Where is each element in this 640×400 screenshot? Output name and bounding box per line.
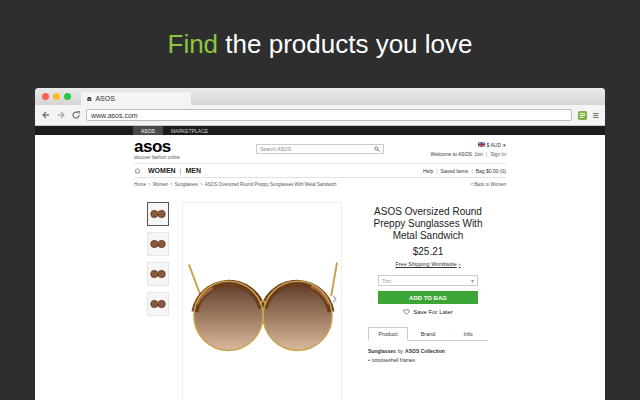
browser-tab[interactable]: a ASOS xyxy=(81,92,191,105)
separator: | xyxy=(485,151,488,157)
headline-word: Find xyxy=(168,29,219,60)
sunglasses-thumbnail-icon xyxy=(149,265,167,283)
site-tab[interactable]: ASOS xyxy=(133,126,163,135)
breadcrumb-item[interactable]: Sunglasses xyxy=(175,182,198,187)
shipping-link[interactable]: Free Shipping Worldwide› xyxy=(395,261,460,267)
home-icon[interactable] xyxy=(134,167,141,174)
next-image-button[interactable]: › xyxy=(332,291,337,305)
reload-icon[interactable] xyxy=(71,110,81,120)
product-tab[interactable]: Info xyxy=(448,327,488,341)
tagline: discover fashion online xyxy=(134,156,180,161)
product-section: › ASOS Oversized Round Preppy Sunglasses … xyxy=(134,202,506,400)
add-to-bag-button[interactable]: ADD TO BAG xyxy=(378,291,478,304)
description-bullet: •tortoiseshell frames xyxy=(368,357,488,363)
category-link[interactable]: Sunglasses xyxy=(368,348,396,354)
title-bar: a ASOS xyxy=(35,88,605,105)
account-area: $ AUD▾ Welcome to ASOSJoin|Sign In xyxy=(431,142,506,157)
size-select[interactable]: Tort ▾ xyxy=(378,275,478,286)
section-link[interactable]: MEN xyxy=(185,167,201,174)
logo-text: asos xyxy=(134,138,180,155)
headline: Findthe products you love xyxy=(0,0,640,88)
thumbnail[interactable] xyxy=(147,292,169,316)
address-bar[interactable]: www.asos.com xyxy=(86,109,572,121)
breadcrumb: Home>Women>Sunglasses>ASOS Oversized Rou… xyxy=(134,178,506,190)
toolbar: www.asos.com ≡ xyxy=(35,105,605,126)
description-heading: SunglassesbyASOS Collection xyxy=(368,348,488,354)
section-link[interactable]: WOMEN xyxy=(148,167,176,174)
product-image: › xyxy=(182,202,342,400)
browser-window: aASOSwww.asos.com≡ASOSMARKETPLACEasosdis… xyxy=(35,88,605,400)
thumbnail[interactable] xyxy=(147,262,169,286)
close-button[interactable] xyxy=(42,93,49,100)
headline-word: the products you love xyxy=(225,29,472,60)
brand-link[interactable]: ASOS Collection xyxy=(405,348,445,354)
utility-links: Help|Saved Items|Bag $0.00 (0) xyxy=(423,168,506,174)
thumbnail[interactable] xyxy=(147,232,169,256)
product-title: ASOS Oversized Round Preppy Sunglasses W… xyxy=(362,206,494,242)
utility-link[interactable]: Saved Items xyxy=(441,168,469,174)
breadcrumb-item[interactable]: Women xyxy=(153,182,168,187)
flag-icon xyxy=(478,142,485,147)
logo[interactable]: asosdiscover fashion online xyxy=(134,138,180,161)
screen: Findthe products you loveaASOSwww.asos.c… xyxy=(0,0,640,400)
breadcrumb-item[interactable]: Home xyxy=(134,182,146,187)
site-header: asosdiscover fashion online Search ASOS $ … xyxy=(134,135,506,163)
account-link[interactable]: Join xyxy=(474,151,483,157)
search-placeholder: Search ASOS xyxy=(260,146,291,152)
sunglasses-thumbnail-icon xyxy=(149,235,167,253)
zoom-button[interactable] xyxy=(64,93,71,100)
currency-caret: ▾ xyxy=(503,142,506,148)
back-link[interactable]: < Back to Women xyxy=(470,182,506,187)
save-for-later-button[interactable]: Save For Later xyxy=(403,309,453,315)
separator: | xyxy=(435,168,438,174)
product-tab[interactable]: Product xyxy=(368,327,408,341)
forward-icon[interactable] xyxy=(56,110,66,120)
search-icon[interactable] xyxy=(374,146,380,152)
extension-icon[interactable] xyxy=(577,110,588,121)
page-container: asosdiscover fashion online Search ASOS $ … xyxy=(134,135,506,400)
tab-title: ASOS xyxy=(95,95,114,102)
welcome-line: Welcome to ASOSJoin|Sign In xyxy=(431,151,506,157)
product-info: ASOS Oversized Round Preppy Sunglasses W… xyxy=(362,202,494,400)
window-controls xyxy=(42,93,71,100)
size-value: Tort xyxy=(382,278,391,284)
breadcrumb-separator: > xyxy=(170,182,173,187)
sunglasses-thumbnail-icon xyxy=(149,295,167,313)
back-icon[interactable] xyxy=(41,110,51,120)
web-page: ASOSMARKETPLACEasosdiscover fashion onli… xyxy=(35,126,605,400)
separator: | xyxy=(470,168,473,174)
account-link[interactable]: Sign In xyxy=(490,151,506,157)
breadcrumb-separator: > xyxy=(200,182,203,187)
currency-selector[interactable]: $ AUD▾ xyxy=(478,142,506,148)
section-links: WOMEN|MEN xyxy=(134,167,201,174)
nav-bar: WOMEN|MENHelp|Saved Items|Bag $0.00 (0) xyxy=(134,163,506,178)
product-tab[interactable]: Brand xyxy=(408,327,448,341)
separator: | xyxy=(179,167,183,174)
welcome-text: Welcome to ASOS xyxy=(431,151,472,157)
product-price: $25.21 xyxy=(413,246,444,257)
utility-link[interactable]: Help xyxy=(423,168,433,174)
site-bar: ASOSMARKETPLACE xyxy=(35,126,605,135)
sunglasses-thumbnail-icon xyxy=(149,205,167,223)
heart-icon xyxy=(403,309,410,315)
product-description: SunglassesbyASOS Collection •tortoiseshel… xyxy=(368,348,488,363)
thumbnail-list xyxy=(147,202,169,400)
product-tabs: ProductBrandInfo xyxy=(368,327,488,341)
minimize-button[interactable] xyxy=(53,93,60,100)
utility-link[interactable]: Bag $0.00 (0) xyxy=(476,168,506,174)
search-field[interactable]: Search ASOS xyxy=(256,144,384,154)
breadcrumb-list: Home>Women>Sunglasses>ASOS Oversized Rou… xyxy=(134,182,336,187)
thumbnail[interactable] xyxy=(147,202,169,226)
currency-label: $ AUD xyxy=(487,142,501,148)
favicon: a xyxy=(87,94,91,103)
breadcrumb-separator: > xyxy=(148,182,151,187)
breadcrumb-item[interactable]: ASOS Oversized Round Preppy Sunglasses W… xyxy=(205,182,337,187)
select-caret: ▾ xyxy=(471,278,474,284)
menu-button[interactable]: ≡ xyxy=(593,110,599,121)
site-tab[interactable]: MARKETPLACE xyxy=(163,126,216,135)
sunglasses-icon xyxy=(183,203,341,400)
